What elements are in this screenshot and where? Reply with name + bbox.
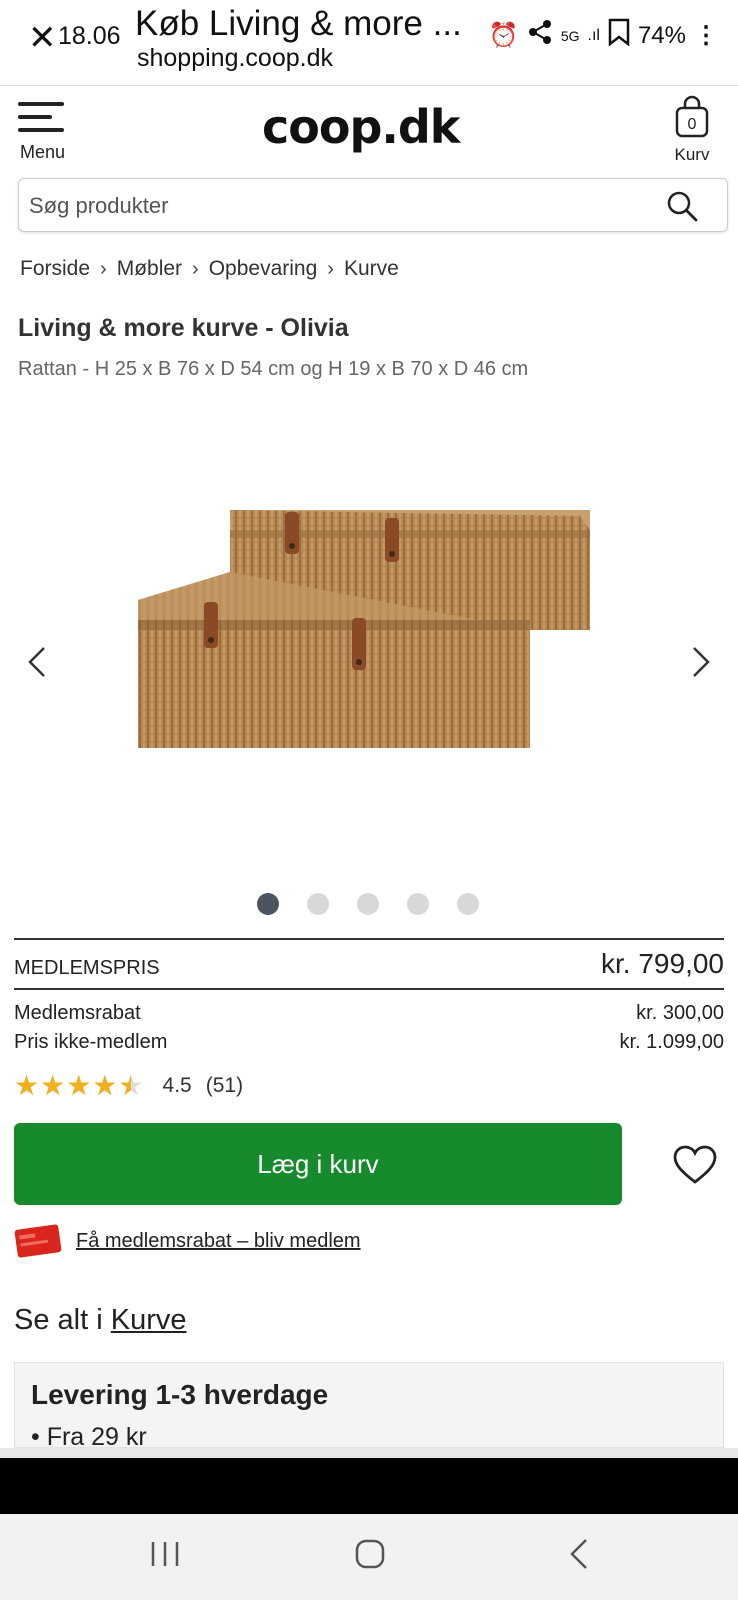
rating-value: 4.5 [162, 1074, 192, 1097]
nonmember-price-value: kr. 1.099,00 [619, 1031, 724, 1053]
shopping-bag-icon: 0 [675, 95, 709, 138]
menu-button[interactable]: Menu [18, 102, 74, 162]
carousel-dot[interactable] [407, 893, 429, 915]
hamburger-icon [18, 102, 64, 134]
browser-status-bar: ✕ 18.06 Køb Living & more ... shopping.c… [0, 0, 738, 86]
close-tab-icon[interactable]: ✕ [28, 18, 57, 58]
divider [14, 938, 724, 940]
discount-value: kr. 300,00 [636, 1002, 724, 1024]
breadcrumb-kurve[interactable]: Kurve [344, 257, 399, 281]
tab-title: Køb Living & more ... [135, 4, 462, 43]
cart-label: Kurv [674, 145, 710, 164]
battery-text: 74% [637, 21, 686, 49]
divider [14, 988, 724, 990]
product-image-rattan-baskets[interactable] [130, 490, 610, 820]
coop-logo[interactable]: coop.dk [262, 100, 460, 154]
carousel-dot[interactable] [307, 893, 329, 915]
member-price-value: kr. 799,00 [601, 948, 724, 979]
delivery-list-item: • Fra 29 kr [31, 1423, 147, 1448]
delivery-price: Fra 29 kr [46, 1423, 147, 1448]
nonmember-price-label: Pris ikke-medlem [14, 1031, 168, 1053]
url-text[interactable]: shopping.coop.dk [137, 44, 333, 73]
carousel-dot[interactable] [457, 893, 479, 915]
share-icon[interactable] [527, 19, 553, 52]
star-rating-icon: ★★★★★ ★★★★★ [14, 1070, 145, 1101]
more-options-icon[interactable]: ⋮ [694, 21, 718, 50]
breadcrumb-forside[interactable]: Forside [20, 257, 90, 281]
rating-count[interactable]: (51) [206, 1074, 243, 1098]
chevron-left-icon[interactable] [18, 642, 58, 682]
cart-button[interactable]: 0 Kurv [666, 94, 718, 166]
member-signup-row: Få medlemsrabat – bliv medlem [14, 1224, 361, 1258]
chevron-right-icon: › [192, 257, 199, 280]
carousel-dot[interactable] [257, 893, 279, 915]
product-title: Living & more kurve - Olivia [18, 314, 349, 342]
back-icon[interactable] [566, 1536, 590, 1572]
product-image-carousel[interactable] [0, 420, 738, 860]
status-time: 18.06 [58, 22, 121, 50]
site-header: Menu coop.dk 0 Kurv [0, 90, 738, 170]
alarm-icon: ⏰ [488, 22, 519, 49]
signal-bars-icon: .ıl [587, 26, 600, 44]
carousel-dot[interactable] [357, 893, 379, 915]
screen-bar [0, 1458, 738, 1514]
member-price-label: MEDLEMSPRIS [14, 957, 160, 979]
home-icon[interactable] [355, 1538, 385, 1570]
search-input[interactable] [29, 187, 629, 225]
search-icon[interactable] [665, 189, 699, 223]
menu-label: Menu [20, 142, 66, 162]
add-to-cart-button[interactable]: Læg i kurv [14, 1123, 622, 1205]
see-all-category-link[interactable]: Kurve [111, 1304, 187, 1336]
divider [0, 1448, 738, 1458]
breadcrumb: Forside › Møbler › Opbevaring › Kurve [20, 257, 399, 281]
product-rating[interactable]: ★★★★★ ★★★★★ 4.5 (51) [14, 1072, 243, 1100]
discount-label: Medlemsrabat [14, 1002, 141, 1024]
chevron-right-icon[interactable] [680, 642, 720, 682]
recent-apps-icon[interactable] [148, 1536, 182, 1572]
member-price-row: MEDLEMSPRIS kr. 799,00 [14, 945, 724, 987]
delivery-info-box: Levering 1-3 hverdage • Fra 29 kr [14, 1362, 724, 1448]
chevron-right-icon: › [100, 257, 107, 280]
chevron-right-icon: › [327, 257, 334, 280]
system-navigation-bar [0, 1514, 738, 1600]
product-subtitle: Rattan - H 25 x B 76 x D 54 cm og H 19 x… [18, 358, 529, 380]
breadcrumb-mobler[interactable]: Møbler [117, 257, 182, 281]
cart-count: 0 [688, 116, 697, 133]
member-card-icon [14, 1224, 62, 1258]
bookmark-icon[interactable] [608, 18, 630, 53]
see-all-category: Se alt i Kurve [14, 1304, 187, 1337]
carousel-dots [257, 893, 479, 915]
see-all-prefix: Se alt i [14, 1304, 103, 1336]
heart-icon[interactable] [672, 1144, 718, 1186]
delivery-title: Levering 1-3 hverdage [31, 1379, 329, 1410]
member-signup-link[interactable]: Få medlemsrabat – bliv medlem [76, 1230, 361, 1253]
status-icons: ⏰ 5G .ıl 74% ⋮ [489, 18, 718, 53]
signal-5g-icon: 5G [560, 27, 580, 44]
search-bar [18, 178, 728, 232]
breadcrumb-opbevaring[interactable]: Opbevaring [209, 257, 318, 281]
